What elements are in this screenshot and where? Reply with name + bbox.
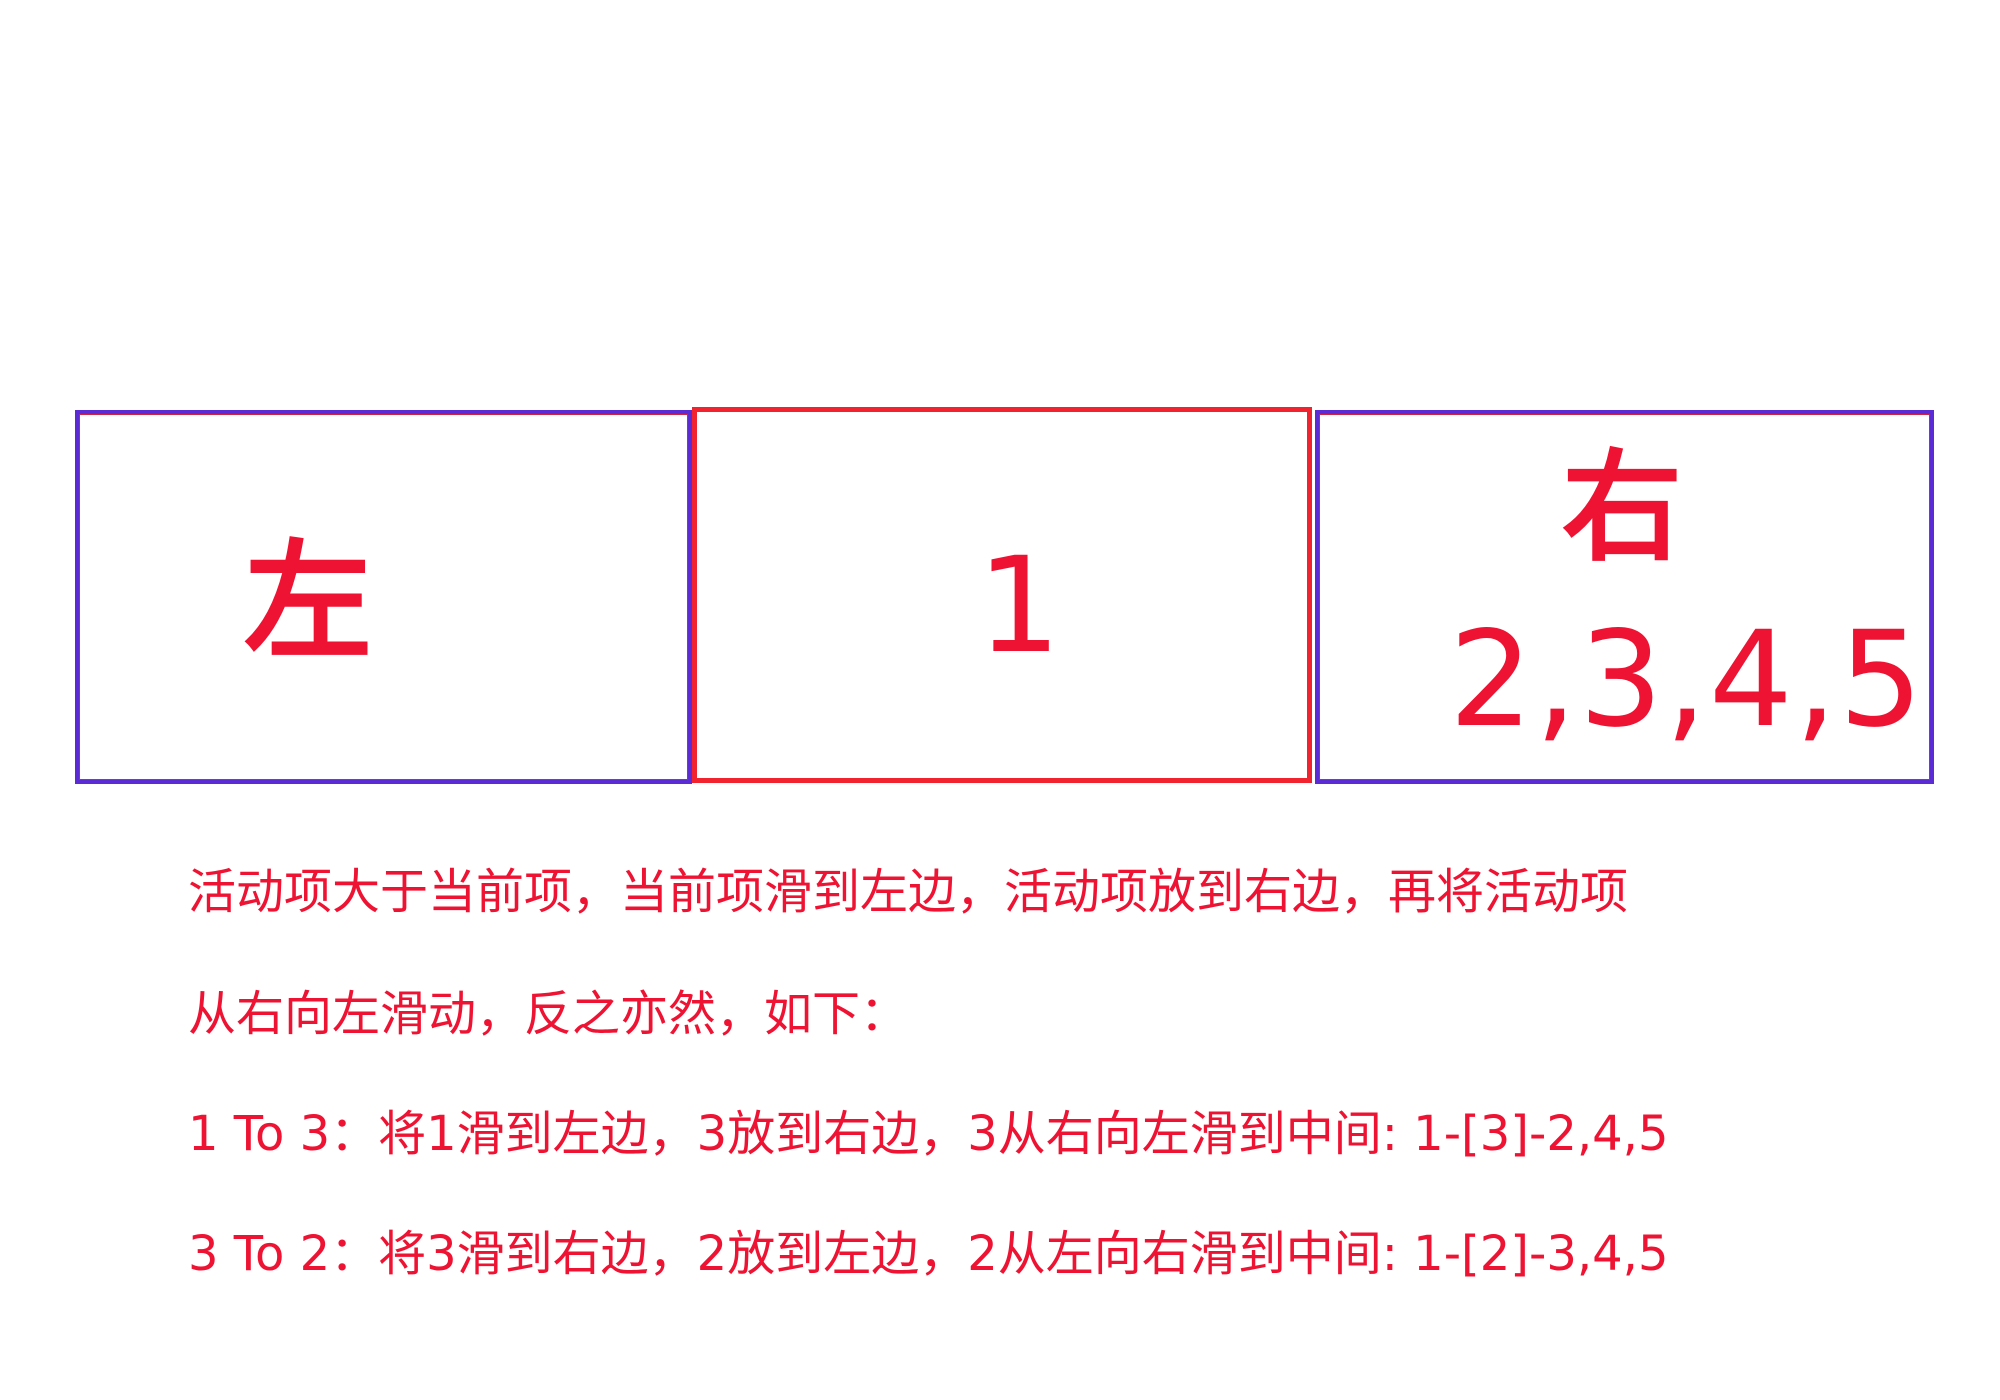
right-slot-items: 2,3,4,5 xyxy=(1449,603,1925,757)
right-slot-label: 右 xyxy=(1562,439,1682,578)
center-slot-label: 1 xyxy=(977,529,1061,683)
left-slot-label: 左 xyxy=(244,528,373,677)
example-1-to-3: 1 To 3：将1滑到左边，3放到右边，3从右向左滑到中间: 1-[3]-2,4… xyxy=(188,1106,1669,1162)
left-slot-box: 左 xyxy=(75,410,692,784)
description-line-2: 从右向左滑动，反之亦然，如下： xyxy=(188,986,909,1042)
description-line-1: 活动项大于当前项，当前项滑到左边，活动项放到右边，再将活动项 xyxy=(188,864,1629,920)
center-slot-box: 1 xyxy=(692,407,1312,783)
example-3-to-2: 3 To 2：将3滑到右边，2放到左边，2从左向右滑到中间: 1-[2]-3,4… xyxy=(188,1226,1669,1282)
right-slot-box: 右 2,3,4,5 xyxy=(1315,410,1934,784)
